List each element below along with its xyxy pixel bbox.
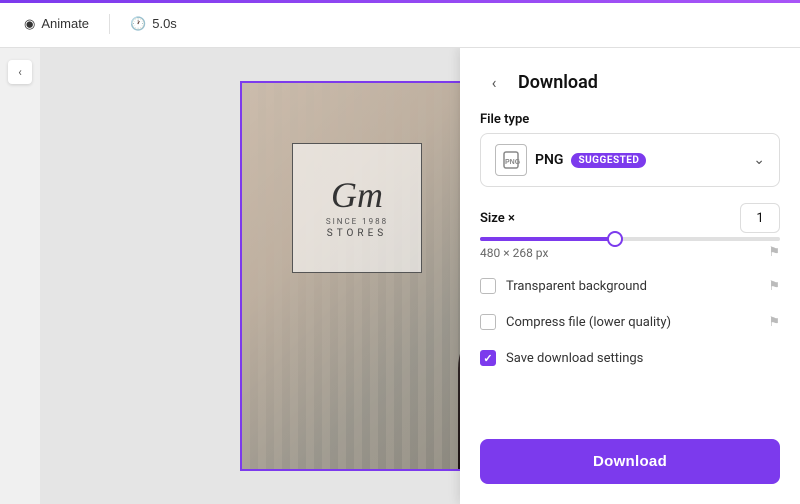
back-icon: ‹ [492,73,497,92]
clock-icon: 🕐 [130,16,146,32]
file-type-selector[interactable]: PNG PNG SUGGESTED ⌄ [480,133,780,187]
duration-button[interactable]: 🕐 5.0s [118,10,189,38]
main-area: ‹ Gm SINCE 1988 STORES ‹ Download [0,48,800,504]
file-type-left: PNG PNG SUGGESTED [495,144,646,176]
download-button[interactable]: Download [480,439,780,484]
animate-icon: ◉ [24,16,35,32]
svg-text:PNG: PNG [505,159,521,166]
size-slider-container [480,237,780,241]
suggested-badge: SUGGESTED [571,153,646,168]
info-icon: ⚑ [768,245,780,260]
logo-stores: STORES [327,228,387,239]
compress-info-icon: ⚑ [768,315,780,330]
file-type-section: File type PNG PNG SUGGESTED ⌄ [480,112,780,187]
save-settings-option-left: Save download settings [480,350,643,366]
compress-checkbox[interactable] [480,314,496,330]
save-settings-option-row: Save download settings [480,348,780,368]
left-sidebar-strip: ‹ [0,48,40,504]
transparent-info-icon: ⚑ [768,279,780,294]
toolbar-divider [109,14,110,34]
accent-bar [0,0,800,3]
duration-label: 5.0s [152,16,177,31]
size-row: Size × 1 [480,203,780,233]
logo-script: Gm [331,177,383,213]
transparent-checkbox[interactable] [480,278,496,294]
transparent-option-row: Transparent background ⚑ [480,276,780,296]
collapse-arrow[interactable]: ‹ [8,60,32,84]
size-value: 1 [756,211,763,226]
toolbar: ◉ Animate 🕐 5.0s [0,0,800,48]
size-dims-text: 480 × 268 px [480,246,548,260]
png-icon: PNG [495,144,527,176]
size-dims-row: 480 × 268 px ⚑ [480,245,780,260]
back-button[interactable]: ‹ [480,68,508,96]
logo-box: Gm SINCE 1988 STORES [292,143,422,273]
compress-label: Compress file (lower quality) [506,315,671,330]
size-label: Size × [480,211,515,226]
save-settings-checkbox[interactable] [480,350,496,366]
logo-since: SINCE 1988 [326,217,388,226]
size-section: Size × 1 480 × 268 px ⚑ [480,203,780,260]
transparent-label: Transparent background [506,279,647,294]
slider-track [480,237,780,241]
file-type-label: File type [480,112,780,127]
panel-header: ‹ Download [480,68,780,96]
download-panel: ‹ Download File type PNG PNG [460,48,800,504]
panel-title: Download [518,72,598,93]
canvas-area: Gm SINCE 1988 STORES ‹ Download File typ… [40,48,800,504]
compress-option-row: Compress file (lower quality) ⚑ [480,312,780,332]
save-settings-label: Save download settings [506,351,643,366]
slider-fill [480,237,615,241]
slider-thumb[interactable] [607,231,623,247]
animate-label: Animate [41,16,89,31]
size-value-box[interactable]: 1 [740,203,780,233]
transparent-option-left: Transparent background [480,278,647,294]
chevron-down-icon: ⌄ [753,152,765,168]
compress-option-left: Compress file (lower quality) [480,314,671,330]
animate-button[interactable]: ◉ Animate [12,10,101,38]
file-type-name: PNG [535,152,563,168]
